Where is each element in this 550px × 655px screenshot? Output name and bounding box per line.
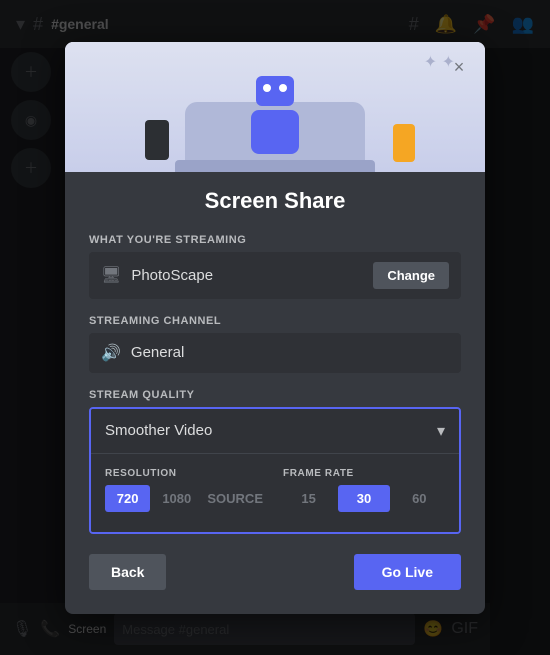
modal-footer: Back Go Live xyxy=(65,554,485,590)
modal-title: Screen Share xyxy=(89,188,461,214)
framerate-label: FRAME RATE xyxy=(283,468,445,479)
golive-button[interactable]: Go Live xyxy=(354,554,461,590)
illustration-char-left xyxy=(145,120,169,160)
framerate-group: FRAME RATE 15 30 60 xyxy=(283,468,445,512)
streaming-label: WHAT YOU'RE STREAMING xyxy=(89,234,461,246)
framerate-15[interactable]: 15 xyxy=(283,485,334,512)
robot-head xyxy=(256,76,294,106)
channel-field: 🔊 General xyxy=(89,333,461,373)
monitor-icon: 🖥 xyxy=(101,265,121,285)
illustration-char-right xyxy=(393,124,415,162)
resolution-1080[interactable]: 1080 xyxy=(154,485,199,512)
channel-label: STREAMING CHANNEL xyxy=(89,315,461,327)
framerate-30[interactable]: 30 xyxy=(338,485,389,512)
quality-options: RESOLUTION 720 1080 SOURCE FRAME RATE xyxy=(91,453,459,532)
quality-option-row: RESOLUTION 720 1080 SOURCE FRAME RATE xyxy=(105,468,445,512)
resolution-group: RESOLUTION 720 1080 SOURCE xyxy=(105,468,267,512)
illustration-robot xyxy=(251,80,299,154)
modal-body: Screen Share WHAT YOU'RE STREAMING 🖥 Pho… xyxy=(65,172,485,534)
quality-selected: Smoother Video xyxy=(105,422,212,439)
framerate-60[interactable]: 60 xyxy=(394,485,445,512)
illustration-bg: ✦ ✦ xyxy=(65,42,485,172)
resolution-source[interactable]: SOURCE xyxy=(203,485,267,512)
framerate-buttons: 15 30 60 xyxy=(283,485,445,512)
modal-overlay: ✦ ✦ × Screen Share WHAT YOU'RE STREAMING… xyxy=(0,0,550,655)
screen-share-modal: ✦ ✦ × Screen Share WHAT YOU'RE STREAMING… xyxy=(65,42,485,614)
modal-illustration: ✦ ✦ xyxy=(65,42,485,172)
change-button[interactable]: Change xyxy=(373,262,449,289)
resolution-720[interactable]: 720 xyxy=(105,485,150,512)
channel-value: General xyxy=(131,344,449,361)
speaker-icon: 🔊 xyxy=(101,343,121,363)
streaming-value: PhotoScape xyxy=(131,267,373,284)
back-button[interactable]: Back xyxy=(89,554,166,590)
quality-label: STREAM QUALITY xyxy=(89,389,461,401)
chevron-down-icon: ▾ xyxy=(437,421,445,441)
resolution-label: RESOLUTION xyxy=(105,468,267,479)
quality-dropdown[interactable]: Smoother Video ▾ xyxy=(91,409,459,453)
modal-close-button[interactable]: × xyxy=(445,54,473,82)
streaming-field: 🖥 PhotoScape Change xyxy=(89,252,461,299)
robot-body xyxy=(251,110,299,154)
quality-box: Smoother Video ▾ RESOLUTION 720 1080 SOU… xyxy=(89,407,461,534)
resolution-buttons: 720 1080 SOURCE xyxy=(105,485,267,512)
